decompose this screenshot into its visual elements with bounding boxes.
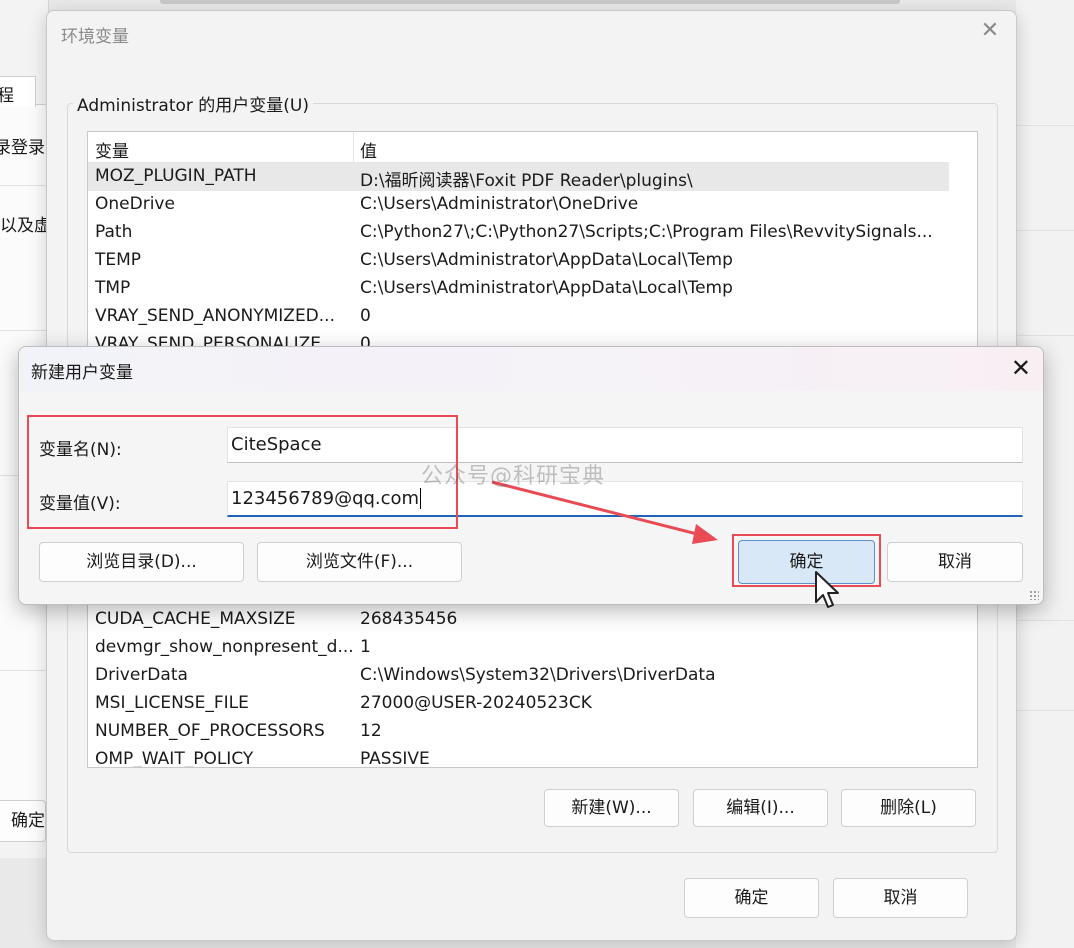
column-header-name[interactable]: 变量 <box>95 137 129 162</box>
variable-value: PASSIVE <box>360 749 430 768</box>
variable-value: C:\Users\Administrator\AppData\Local\Tem… <box>360 278 733 298</box>
annotation-box-ok <box>732 534 881 587</box>
system-ok-button[interactable]: 确定 <box>0 800 46 842</box>
browse-file-button[interactable]: 浏览文件(F)... <box>257 542 462 582</box>
variable-value: C:\Users\Administrator\OneDrive <box>360 194 639 214</box>
text-fragment: 录登录 <box>0 138 45 158</box>
table-row[interactable]: OMP_WAIT_POLICY PASSIVE <box>88 746 949 768</box>
variable-value: 27000@USER-20240523CK <box>360 693 592 713</box>
delete-variable-button[interactable]: 删除(L) <box>841 789 976 827</box>
env-cancel-button[interactable]: 取消 <box>833 878 968 918</box>
column-divider[interactable] <box>353 132 354 162</box>
background-window-edge <box>160 0 900 4</box>
annotation-box-fields <box>27 415 458 529</box>
variable-name: MSI_LICENSE_FILE <box>95 693 249 713</box>
dialog-title-bar <box>19 347 1043 391</box>
dialog-title: 新建用户变量 <box>31 363 133 383</box>
system-properties-tab[interactable]: 程 <box>0 76 36 107</box>
table-row[interactable]: DriverData C:\Windows\System32\Drivers\D… <box>88 662 949 690</box>
variable-name: MOZ_PLUGIN_PATH <box>95 166 257 186</box>
resize-grip-icon[interactable] <box>1029 590 1039 600</box>
divider <box>0 670 46 671</box>
variable-name: devmgr_show_nonpresent_d... <box>95 637 354 657</box>
variable-value: D:\福昕阅读器\Foxit PDF Reader\plugins\ <box>360 171 693 191</box>
annotation-arrow-icon <box>491 480 718 544</box>
browse-directory-button[interactable]: 浏览目录(D)... <box>39 542 244 582</box>
new-var-cancel-button[interactable]: 取消 <box>887 542 1023 582</box>
variable-value: C:\Users\Administrator\AppData\Local\Tem… <box>360 250 733 270</box>
divider <box>1016 620 1074 621</box>
mouse-pointer-icon <box>815 571 839 608</box>
close-icon[interactable]: ✕ <box>978 19 1002 43</box>
table-row[interactable]: OneDrive C:\Users\Administrator\OneDrive <box>88 191 949 219</box>
variable-name: OMP_WAIT_POLICY <box>95 749 254 768</box>
user-variables-label: Administrator 的用户变量(U) <box>73 91 313 116</box>
variable-value: 268435456 <box>360 609 458 629</box>
table-row[interactable]: Path C:\Python27\;C:\Python27\Scripts;C:… <box>88 219 949 247</box>
divider <box>1016 335 1074 336</box>
variable-name: OneDrive <box>95 194 175 214</box>
variable-name: TEMP <box>95 250 142 270</box>
variable-name: VRAY_SEND_ANONYMIZED... <box>95 306 335 326</box>
close-icon[interactable]: ✕ <box>1011 355 1031 381</box>
variable-value: 12 <box>360 721 382 741</box>
table-row[interactable]: VRAY_SEND_ANONYMIZED... 0 <box>88 303 949 331</box>
watermark: 公众号@科研宝典 <box>421 464 606 489</box>
variable-name: NUMBER_OF_PROCESSORS <box>95 721 325 741</box>
list-header: 变量 值 <box>88 132 949 163</box>
variable-name: Path <box>95 222 133 242</box>
new-variable-button[interactable]: 新建(W)... <box>544 789 679 827</box>
edit-variable-button[interactable]: 编辑(I)... <box>693 789 828 827</box>
divider <box>0 330 46 331</box>
env-ok-button[interactable]: 确定 <box>684 878 819 918</box>
divider <box>0 185 46 186</box>
divider <box>1016 710 1074 711</box>
column-header-value[interactable]: 值 <box>360 137 377 162</box>
variable-value: C:\Windows\System32\Drivers\DriverData <box>360 665 716 685</box>
table-row[interactable]: TMP C:\Users\Administrator\AppData\Local… <box>88 275 949 303</box>
table-row[interactable]: devmgr_show_nonpresent_d... 1 <box>88 634 949 662</box>
variable-value: 1 <box>360 637 371 657</box>
variable-name: DriverData <box>95 665 188 685</box>
variable-value: 0 <box>360 306 371 326</box>
table-row[interactable]: TEMP C:\Users\Administrator\AppData\Loca… <box>88 247 949 275</box>
table-row[interactable]: NUMBER_OF_PROCESSORS 12 <box>88 718 949 746</box>
system-ok-label: 确定 <box>11 811 45 831</box>
table-row[interactable]: MSI_LICENSE_FILE 27000@USER-20240523CK <box>88 690 949 718</box>
variable-name: CUDA_CACHE_MAXSIZE <box>95 609 296 629</box>
divider <box>1016 125 1074 126</box>
divider <box>1016 230 1074 231</box>
tab-label: 程 <box>0 86 14 106</box>
dialog-title: 环境变量 <box>61 27 129 47</box>
text-fragment: 以及虚 <box>0 216 51 236</box>
table-row[interactable]: MOZ_PLUGIN_PATH D:\福昕阅读器\Foxit PDF Reade… <box>88 163 949 191</box>
variable-value: C:\Python27\;C:\Python27\Scripts;C:\Prog… <box>360 222 933 242</box>
variable-name: TMP <box>95 278 131 298</box>
